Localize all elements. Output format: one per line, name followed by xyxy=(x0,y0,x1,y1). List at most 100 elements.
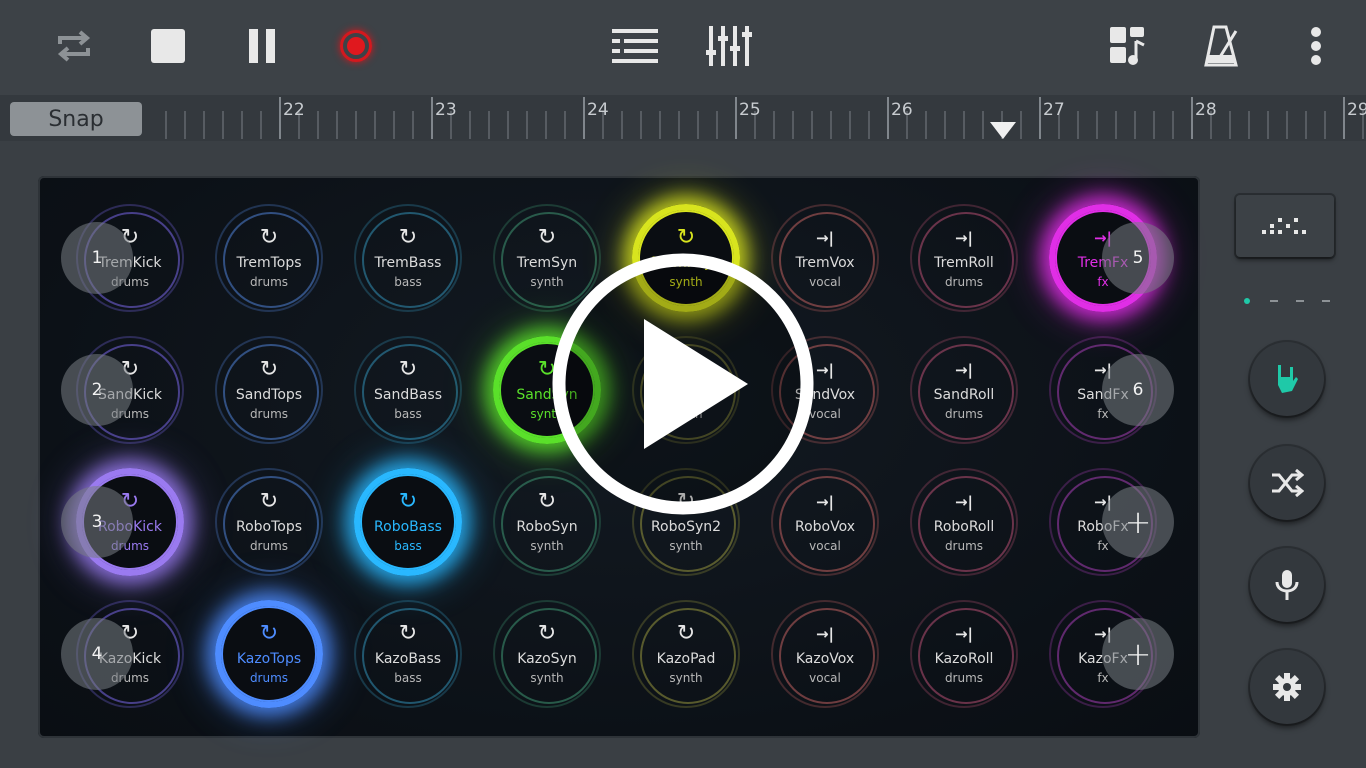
pad-sandbass[interactable]: ↻ SandBass bass xyxy=(354,336,462,444)
pad-type: drums xyxy=(249,275,289,289)
pad-type: vocal xyxy=(809,539,841,553)
pad-type: drums xyxy=(249,671,289,685)
pad-sandtops[interactable]: ↻ SandTops drums xyxy=(215,336,323,444)
settings-button[interactable] xyxy=(1250,650,1324,724)
one-shot-icon: →| xyxy=(954,229,974,247)
pad-name: RoboSyn xyxy=(516,519,578,535)
loop-icon: ↻ xyxy=(259,225,279,250)
add-scene-button[interactable]: + xyxy=(1102,486,1174,558)
record-button[interactable] xyxy=(328,18,384,74)
pad-robobass[interactable]: ↻ RoboBass bass xyxy=(354,468,462,576)
loop-icon: ↻ xyxy=(537,225,557,250)
pad-name: SandBass xyxy=(374,387,442,403)
bar-number: 24 xyxy=(587,100,609,120)
pause-icon xyxy=(247,29,277,63)
bar-number: 23 xyxy=(435,100,457,120)
loop-icon: ↻ xyxy=(398,357,418,382)
pad-type: drums xyxy=(944,407,984,421)
microphone-button[interactable] xyxy=(1250,548,1324,622)
row-number-badge[interactable]: 3 xyxy=(61,486,133,558)
shuffle-button[interactable] xyxy=(1250,446,1324,520)
pad-tremtops[interactable]: ↻ TremTops drums xyxy=(215,204,323,312)
scene-number-badge[interactable]: 5 xyxy=(1102,222,1174,294)
video-play-button[interactable] xyxy=(552,253,814,515)
list-icon xyxy=(612,29,658,63)
gear-icon xyxy=(1273,673,1301,701)
pad-kazobass[interactable]: ↻ KazoBass bass xyxy=(354,600,462,708)
pad-type: bass xyxy=(394,275,422,289)
playhead-marker[interactable] xyxy=(990,122,1016,139)
pad-roboroll[interactable]: →| RoboRoll drums xyxy=(910,468,1018,576)
loop-packs-button[interactable] xyxy=(1100,18,1156,74)
page-dot[interactable] xyxy=(1322,300,1330,302)
more-icon xyxy=(1311,27,1321,65)
pad-type: drums xyxy=(944,275,984,289)
loop-icon xyxy=(57,30,91,62)
stop-icon xyxy=(151,29,185,63)
pad-name: RoboSyn2 xyxy=(650,519,722,535)
plus-icon: + xyxy=(1124,503,1152,541)
loop-icon: ↻ xyxy=(259,621,279,646)
snap-button[interactable]: Snap xyxy=(10,102,142,136)
pause-button[interactable] xyxy=(234,18,290,74)
pad-kazoroll[interactable]: →| KazoRoll drums xyxy=(910,600,1018,708)
bar-number: 22 xyxy=(283,100,305,120)
more-options-button[interactable] xyxy=(1288,18,1344,74)
pad-robotops[interactable]: ↻ RoboTops drums xyxy=(215,468,323,576)
pad-trembass[interactable]: ↻ TremBass bass xyxy=(354,204,462,312)
page-dot[interactable] xyxy=(1270,300,1278,302)
pad-type: drums xyxy=(249,539,289,553)
loop-icon: ↻ xyxy=(398,225,418,250)
pad-sandroll[interactable]: →| SandRoll drums xyxy=(910,336,1018,444)
loop-icon: ↻ xyxy=(259,489,279,514)
pad-name: SandRoll xyxy=(933,387,995,403)
one-shot-icon: →| xyxy=(815,361,835,379)
track-list-button[interactable] xyxy=(608,18,664,74)
timeline-ruler[interactable]: 22 23 24 25 26 27 28 29 xyxy=(0,95,1366,141)
pad-kazovox[interactable]: →| KazoVox vocal xyxy=(771,600,879,708)
toolbar xyxy=(0,0,1366,95)
pad-tremroll[interactable]: →| TremRoll drums xyxy=(910,204,1018,312)
row-number-badge[interactable]: 2 xyxy=(61,354,133,426)
rock-hand-icon xyxy=(1278,365,1298,393)
bar-number: 28 xyxy=(1195,100,1217,120)
pad-type: vocal xyxy=(809,671,841,685)
shuffle-icon xyxy=(1272,469,1304,497)
record-icon xyxy=(340,30,372,62)
pad-name: TremTops xyxy=(236,255,302,271)
pad-name: KazoPad xyxy=(656,651,716,667)
page-dot[interactable] xyxy=(1244,298,1250,304)
metronome-icon xyxy=(1204,25,1238,67)
performance-button[interactable] xyxy=(1250,342,1324,416)
pad-name: KazoTops xyxy=(236,651,302,667)
one-shot-icon: →| xyxy=(815,229,835,247)
pad-kazotops[interactable]: ↻ KazoTops drums xyxy=(215,600,323,708)
loop-icon: ↻ xyxy=(537,621,557,646)
pad-name: RoboBass xyxy=(374,519,442,535)
pattern-button[interactable] xyxy=(1236,195,1334,257)
bar-number: 27 xyxy=(1043,100,1065,120)
row-number-badge[interactable]: 4 xyxy=(61,618,133,690)
pad-name: TremRoll xyxy=(934,255,994,271)
add-scene-button[interactable]: + xyxy=(1102,618,1174,690)
pad-name: RoboTops xyxy=(235,519,303,535)
mixer-icon xyxy=(706,26,752,66)
loop-button[interactable] xyxy=(46,18,102,74)
stop-button[interactable] xyxy=(140,18,196,74)
page-indicator[interactable] xyxy=(1244,296,1330,306)
pad-type: synth xyxy=(669,671,703,685)
pad-name: SandTops xyxy=(235,387,303,403)
mixer-button[interactable] xyxy=(702,18,758,74)
metronome-button[interactable] xyxy=(1194,18,1250,74)
scene-number-badge[interactable]: 6 xyxy=(1102,354,1174,426)
pad-name: RoboRoll xyxy=(933,519,995,535)
pad-name: KazoBass xyxy=(374,651,442,667)
pad-type: synth xyxy=(530,671,564,685)
plus-icon: + xyxy=(1124,635,1152,673)
pad-kazopad[interactable]: ↻ KazoPad synth xyxy=(632,600,740,708)
pad-type: bass xyxy=(394,671,422,685)
page-dot[interactable] xyxy=(1296,300,1304,302)
pad-kazosyn[interactable]: ↻ KazoSyn synth xyxy=(493,600,601,708)
pad-type: synth xyxy=(530,539,564,553)
row-number-badge[interactable]: 1 xyxy=(61,222,133,294)
